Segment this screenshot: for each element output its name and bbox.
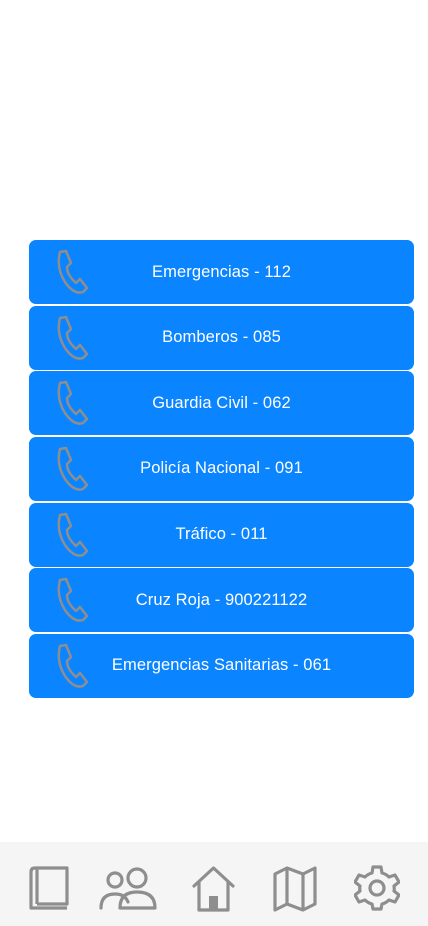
gear-icon [354,864,400,912]
contact-label: Emergencias - 112 [152,262,291,281]
contact-label: Policía Nacional - 091 [140,459,303,478]
contact-item-trafico[interactable]: Tráfico - 011 [29,502,414,567]
contact-item-emergencias[interactable]: Emergencias - 112 [29,240,414,304]
contact-item-emergencias-sanitarias[interactable]: Emergencias Sanitarias - 061 [29,633,414,698]
emergency-contacts-list: Emergencias - 112 Bomberos - 085 Guardia… [29,240,414,700]
home-icon [191,864,236,912]
contact-label: Cruz Roja - 900221122 [135,590,308,609]
contact-label: Guardia Civil - 062 [152,393,291,412]
bottom-tab-bar [0,842,428,926]
tab-map[interactable] [272,864,318,912]
contact-label: Emergencias Sanitarias - 061 [111,656,332,675]
tab-people[interactable] [98,864,158,912]
contact-label: Bomberos - 085 [162,328,281,347]
map-icon [272,864,318,912]
contact-label: Tráfico - 011 [175,525,268,544]
tab-settings[interactable] [354,864,400,912]
tab-book[interactable] [27,864,71,912]
people-icon [98,864,158,912]
contact-item-policia-nacional[interactable]: Policía Nacional - 091 [29,436,414,501]
tab-home[interactable] [191,864,236,912]
contact-item-cruz-roja[interactable]: Cruz Roja - 900221122 [29,568,414,633]
book-icon [27,864,71,912]
contact-item-guardia-civil[interactable]: Guardia Civil - 062 [29,371,414,436]
contact-item-bomberos[interactable]: Bomberos - 085 [29,305,414,370]
